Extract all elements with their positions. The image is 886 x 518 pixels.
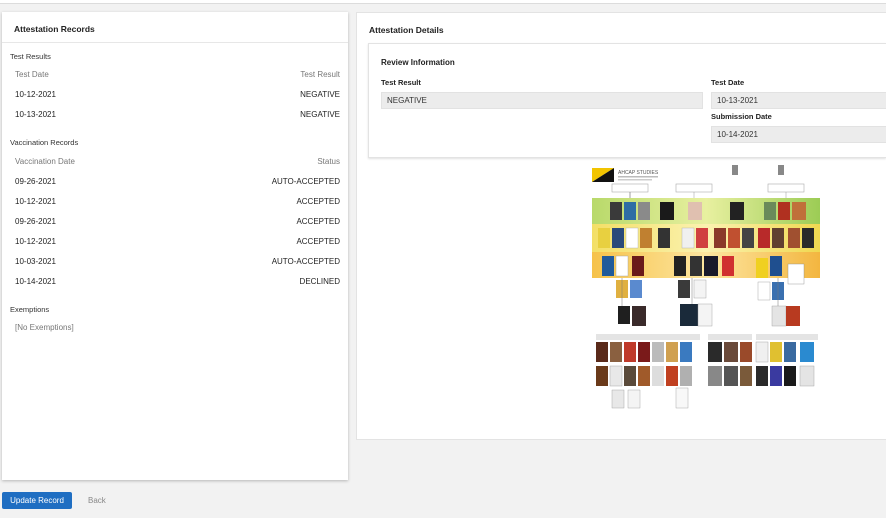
table-row[interactable]: 10-12-2021 ACCEPTED [15,237,340,251]
status-cell: ACCEPTED [296,237,340,246]
studies-map-image: AHCAP STUDIES [592,162,822,410]
status-cell: ACCEPTED [296,197,340,206]
status-cell: ACCEPTED [296,217,340,226]
vaccination-date-cell: 10-12-2021 [15,197,56,206]
test-result-cell: NEGATIVE [300,110,340,119]
divider [2,42,348,43]
no-exemptions-text: [No Exemptions] [15,323,74,332]
test-result-label: Test Result [381,78,421,87]
table-row[interactable]: 09-26-2021 AUTO-ACCEPTED [15,177,340,191]
image-header-text: AHCAP STUDIES [618,170,659,176]
review-title: Review Information [381,58,455,67]
test-result-field: NEGATIVE [381,92,703,109]
status-cell: DECLINED [299,277,340,286]
vaccination-records-label: Vaccination Records [10,138,79,147]
submission-date-label: Submission Date [711,112,772,121]
vaccination-date-cell: 10-12-2021 [15,237,56,246]
review-information-card: Review Information Test Result NEGATIVE … [368,43,886,158]
panel-title: Attestation Details [369,25,444,35]
back-button[interactable]: Back [88,492,106,509]
test-results-header: Test Date Test Result [15,70,340,84]
column-header-test-result: Test Result [300,70,340,79]
column-header-vaccination-date: Vaccination Date [15,157,75,166]
test-date-field: 10-13-2021 [711,92,886,109]
table-row[interactable]: 09-26-2021 ACCEPTED [15,217,340,231]
status-cell: AUTO-ACCEPTED [271,257,340,266]
update-record-button[interactable]: Update Record [2,492,72,509]
vaccination-date-cell: 10-14-2021 [15,277,56,286]
vaccination-date-cell: 09-26-2021 [15,177,56,186]
table-row[interactable]: 10-14-2021 DECLINED [15,277,340,291]
table-row[interactable]: 10-12-2021 ACCEPTED [15,197,340,211]
column-header-test-date: Test Date [15,70,49,79]
vaccination-header: Vaccination Date Status [15,157,340,171]
table-row[interactable]: 10-13-2021 NEGATIVE [15,110,340,124]
test-results-label: Test Results [10,52,51,61]
vaccination-date-cell: 10-03-2021 [15,257,56,266]
table-row[interactable]: 10-12-2021 NEGATIVE [15,90,340,104]
test-date-label: Test Date [711,78,745,87]
attestation-records-panel: Attestation Records Test Results Test Da… [2,12,348,480]
exemptions-label: Exemptions [10,305,50,314]
submission-date-field: 10-14-2021 [711,126,886,143]
test-date-cell: 10-12-2021 [15,90,56,99]
test-result-cell: NEGATIVE [300,90,340,99]
table-row[interactable]: 10-03-2021 AUTO-ACCEPTED [15,257,340,271]
column-header-status: Status [317,157,340,166]
panel-title: Attestation Records [14,24,95,34]
status-cell: AUTO-ACCEPTED [271,177,340,186]
top-bar [0,0,886,4]
test-date-cell: 10-13-2021 [15,110,56,119]
vaccination-date-cell: 09-26-2021 [15,217,56,226]
